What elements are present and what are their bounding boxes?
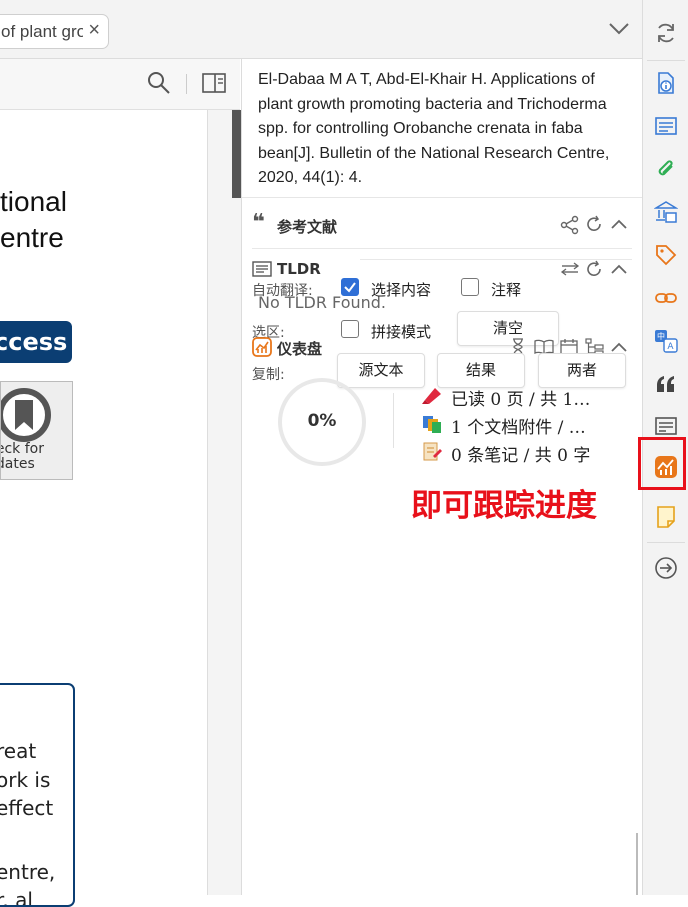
- annotation-label: 注释: [491, 281, 522, 299]
- concat-mode-checkbox[interactable]: [341, 320, 359, 338]
- select-content-checkbox[interactable]: [341, 278, 359, 296]
- copy-both-button[interactable]: 两者: [538, 353, 626, 388]
- sidebar-toggle-icon[interactable]: [202, 73, 226, 93]
- open-access-badge: ccess: [0, 321, 72, 363]
- locate-icon[interactable]: [654, 556, 678, 580]
- sync-icon[interactable]: [654, 21, 678, 45]
- attachments-stat: 1 个文档附件 / …: [451, 418, 586, 438]
- translate-icon[interactable]: 中 A: [654, 329, 678, 353]
- journal-name-line2: entre: [0, 222, 64, 253]
- quote-icon: ❝: [252, 210, 265, 235]
- open-access-label: ccess: [0, 328, 68, 356]
- related-icon[interactable]: [654, 286, 678, 310]
- copy-result-button[interactable]: 结果: [437, 353, 525, 388]
- box-line: entre,: [0, 860, 56, 884]
- paperclip-icon[interactable]: [654, 157, 678, 181]
- toolbar-divider: [186, 74, 187, 94]
- journal-name-line1: tional: [0, 186, 67, 217]
- section-divider: [252, 248, 632, 249]
- read-pages-stat: 已读 0 页 / 共 1…: [451, 390, 591, 410]
- notes-stat: 0 条笔记 / 共 0 字: [451, 446, 591, 466]
- search-icon[interactable]: [147, 71, 171, 95]
- svg-text:A: A: [667, 342, 674, 352]
- tldr-empty-text: No TLDR Found.: [258, 293, 386, 312]
- box-line: ork is: [0, 768, 51, 792]
- chevron-up-icon[interactable]: [610, 263, 628, 275]
- bookmark-icon: [422, 388, 441, 404]
- tab-title: of plant gro: [1, 22, 83, 41]
- citations-icon[interactable]: [654, 372, 678, 396]
- check-for-updates-badge[interactable]: heck for pdates: [0, 381, 73, 480]
- swap-icon[interactable]: [560, 262, 580, 276]
- section-divider: [360, 259, 632, 260]
- copy-source-button[interactable]: 源文本: [337, 353, 425, 388]
- stats-divider: [393, 393, 394, 448]
- references-title: 参考文献: [277, 218, 338, 236]
- copy-label: 复制:: [252, 367, 285, 383]
- box-line: effect: [0, 796, 54, 820]
- dashboard-title: 仪表盘: [277, 340, 323, 358]
- box-line: reat: [0, 739, 37, 763]
- check-line1: heck for: [1, 441, 44, 457]
- concat-mode-label: 拼接模式: [371, 323, 432, 341]
- progress-percent: 0%: [307, 411, 337, 431]
- tag-icon[interactable]: [654, 243, 678, 267]
- chevron-up-icon[interactable]: [610, 341, 628, 353]
- attachments-icon: [423, 416, 441, 433]
- crossmark-icon: [1, 388, 51, 442]
- note-icon[interactable]: [654, 505, 678, 529]
- citation-text: El-Dabaa M A T, Abd-El-Khair H. Applicat…: [258, 71, 610, 186]
- annotation-caption: 即可跟踪进度: [411, 488, 597, 524]
- refresh-icon[interactable]: [585, 260, 603, 278]
- check-icon: [344, 282, 356, 293]
- share-icon[interactable]: [560, 215, 580, 235]
- refresh-icon[interactable]: [585, 215, 603, 233]
- tab-close-button[interactable]: ×: [88, 19, 100, 42]
- chevron-up-icon[interactable]: [610, 218, 628, 230]
- highlight-box: [638, 437, 686, 490]
- nav-divider: [647, 60, 685, 61]
- annotation-checkbox[interactable]: [461, 278, 479, 296]
- check-line2: pdates: [1, 456, 35, 472]
- pdf-scrollbar-thumb[interactable]: [232, 110, 241, 198]
- tab-bar: of plant gro ×: [0, 0, 642, 59]
- nav-divider: [647, 542, 685, 543]
- tldr-title: TLDR: [277, 260, 321, 278]
- info-icon[interactable]: [654, 71, 678, 95]
- box-line: r. al: [0, 888, 33, 907]
- abstract-box: reat ork is effect entre, r. al: [0, 683, 75, 907]
- section-divider: [242, 197, 642, 198]
- tldr-icon: [252, 261, 272, 277]
- chevron-down-icon[interactable]: [608, 22, 630, 36]
- pdf-scrollbar-track[interactable]: [207, 110, 242, 895]
- tldr-nav-icon[interactable]: [654, 414, 678, 438]
- notes-icon: [423, 442, 442, 461]
- dashboard-icon: [252, 337, 272, 357]
- select-content-label: 选择内容: [371, 281, 432, 299]
- abstract-icon[interactable]: [654, 114, 678, 138]
- document-tab[interactable]: of plant gro ×: [0, 14, 109, 49]
- panel-scrollbar[interactable]: [636, 833, 638, 895]
- library-icon[interactable]: [654, 200, 678, 224]
- document-toolbar: [0, 59, 240, 110]
